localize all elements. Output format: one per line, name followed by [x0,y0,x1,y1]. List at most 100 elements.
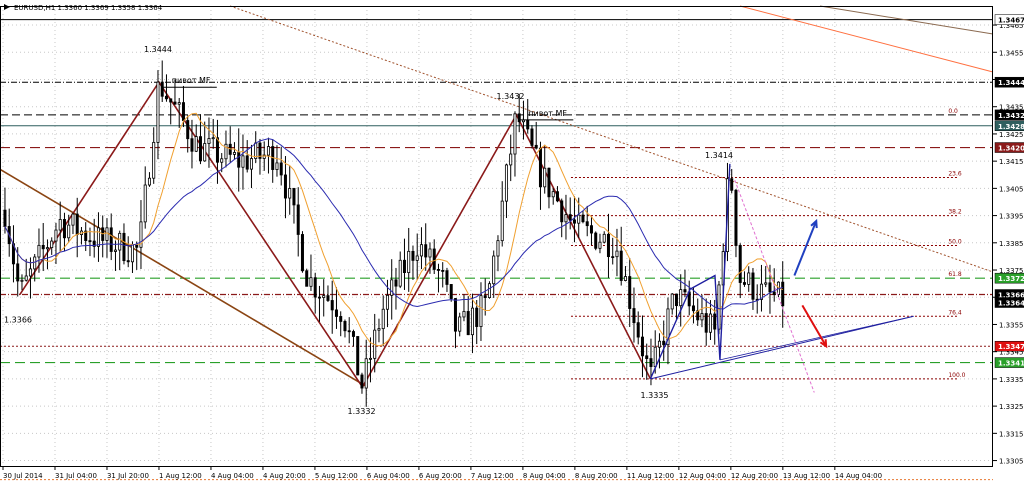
candle-body [429,249,431,257]
candle-body [501,201,503,241]
x-tick-label: 12 Aug 04:00 [679,472,726,480]
candle-body [488,284,490,298]
candle-body [301,234,303,270]
candle-body [680,290,682,306]
candle-body [382,309,384,328]
candle-body [323,296,325,298]
x-tick-label: 8 Aug 04:00 [523,472,566,480]
candle-body [4,210,6,226]
x-tick-label: 8 Aug 20:00 [575,472,618,480]
chart-title: EURUSD,H1 1.3360 1.3369 1.3358 1.3364 [14,4,163,12]
candle-body [17,264,19,281]
candle-body [769,283,771,292]
chart-background [0,0,1024,482]
candle-body [174,102,176,104]
candle-body [586,222,588,226]
price-annotation: 1.3432 [497,92,525,101]
candle-body [675,294,677,306]
candle-body [433,249,435,269]
candle-body [463,311,465,316]
candle-body [748,273,750,284]
y-tick-label: 1.3325 [999,403,1024,411]
fib-label: 61.8 [948,271,962,278]
candle-body [539,148,541,187]
candle-body [752,273,754,299]
candle-body [531,129,533,145]
candle-body [743,283,745,285]
candle-body [731,179,733,191]
candle-body [569,215,571,220]
x-tick-label: 6 Aug 20:00 [419,472,462,480]
candle-body [582,215,584,222]
x-tick-label: 1 Aug 12:00 [159,472,202,480]
candle-body [335,310,337,317]
x-tick-label: 31 Jul 04:00 [55,472,97,480]
candle-body [403,260,405,272]
candle-body [578,215,580,223]
candle-body [556,192,558,201]
price-badge-label: 1.3432 [998,112,1024,120]
candle-body [714,314,716,329]
candle-body [391,280,393,295]
candle-body [629,277,631,309]
fib-label: 38.2 [948,209,962,216]
candle-body [340,316,342,321]
candle-body [646,356,648,359]
candle-body [63,219,65,237]
price-annotation: 1.3444 [144,45,172,54]
price-badge-label: 1.3420 [998,145,1024,153]
candle-body [782,282,784,306]
candle-body [599,242,601,248]
candle-body [38,245,40,257]
x-tick-label: 30 Jul 2014 [3,472,43,480]
candle-body [170,99,172,102]
candle-body [701,314,703,320]
x-tick-label: 11 Aug 12:00 [627,472,674,480]
candle-body [327,296,329,301]
x-tick-label: 6 Aug 04:00 [367,472,410,480]
chart-window: 0.023.638.250.061.876.4100.0 1.34441.343… [0,0,1024,482]
candle-body [195,137,197,152]
candle-body [68,225,70,238]
x-tick-label: 12 Aug 20:00 [731,472,778,480]
candle-body [450,284,452,298]
candle-body [561,201,563,222]
candle-body [471,308,473,335]
candle-body [420,245,422,256]
candle-body [314,278,316,297]
price-badge-label: 1.3347 [998,343,1024,351]
candle-body [663,341,665,344]
candle-body [306,271,308,287]
candle-body [148,178,150,185]
candle-body [408,251,410,272]
candle-body [476,308,478,326]
candle-body [416,256,418,260]
candle-body [331,300,333,309]
candle-body [89,241,91,242]
candle-body [289,188,291,198]
y-tick-label: 1.3455 [999,49,1024,57]
candle-body [497,241,499,256]
candle-body [157,82,159,142]
candle-body [297,205,299,235]
candle-body [705,314,707,333]
y-tick-label: 1.3415 [999,158,1024,166]
candle-body [178,103,180,105]
candle-body [123,233,125,260]
x-tick-label: 4 Aug 04:00 [211,472,254,480]
candle-body [637,323,639,337]
x-tick-label: 14 Aug 04:00 [835,472,882,480]
candle-body [548,168,550,197]
candle-body [459,317,461,331]
y-tick-label: 1.3335 [999,376,1024,384]
candle-body [454,299,456,332]
candle-body [110,228,112,252]
candle-body [21,280,23,281]
candle-body [565,215,567,222]
price-badge-label: 1.3467 [998,17,1024,25]
candle-body [238,152,240,167]
candle-body [573,220,575,223]
candle-body [318,297,320,298]
candle-body [119,233,121,250]
x-tick-label: 31 Jul 20:00 [107,472,149,480]
